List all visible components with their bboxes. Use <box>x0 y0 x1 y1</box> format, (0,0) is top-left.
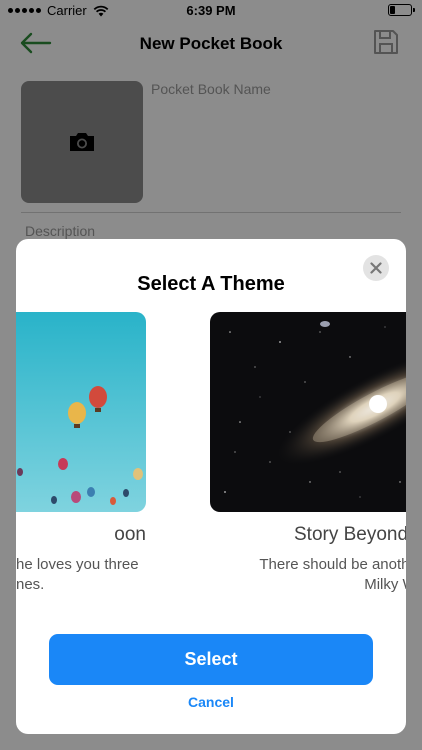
theme-description-line: nes. <box>16 576 45 593</box>
theme-description: There should be another r Milky Way <box>222 555 406 595</box>
theme-description-line: he loves you three <box>16 556 139 573</box>
close-icon <box>370 262 382 274</box>
theme-description-line: Milky Way <box>364 576 406 593</box>
theme-description-line: There should be another r <box>259 556 406 573</box>
theme-name: oon <box>114 524 146 545</box>
modal-title: Select A Theme <box>137 273 285 295</box>
theme-card-balloons[interactable]: oon he loves you three nes. <box>16 312 146 593</box>
close-button[interactable] <box>363 255 389 281</box>
select-button[interactable]: Select <box>49 634 373 685</box>
theme-description: he loves you three nes. <box>16 555 176 595</box>
theme-image-balloons[interactable] <box>16 312 146 512</box>
theme-image-galaxy[interactable] <box>210 312 406 512</box>
cancel-button[interactable]: Cancel <box>16 694 406 710</box>
theme-card-galaxy[interactable]: Story Beyond There should be another r M… <box>210 312 406 593</box>
theme-name: Story Beyond <box>294 524 406 545</box>
theme-picker-modal: Select A Theme oon he loves you three ne… <box>16 239 406 734</box>
